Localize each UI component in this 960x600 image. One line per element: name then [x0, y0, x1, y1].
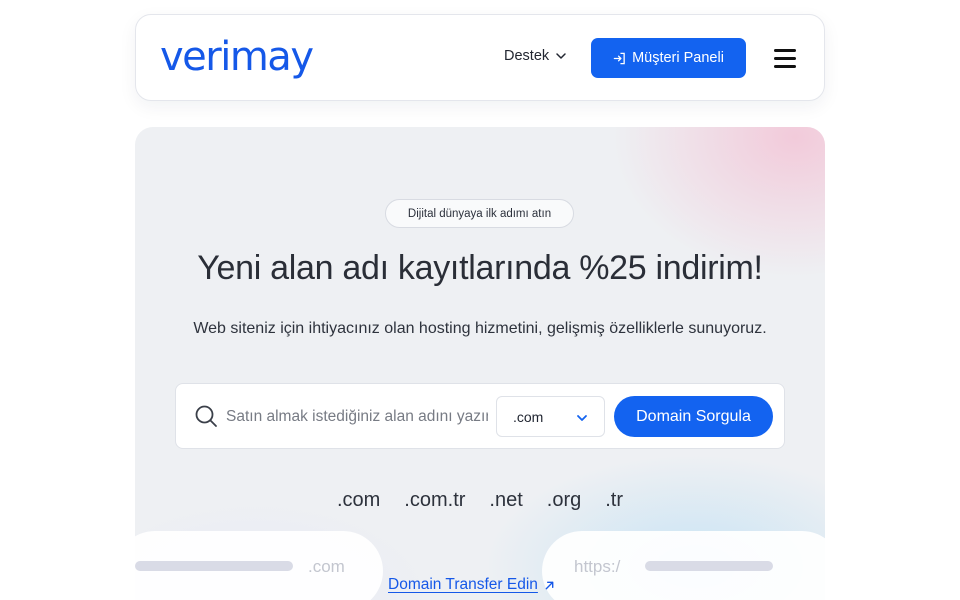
- domain-search-box: .com Domain Sorgula: [175, 383, 785, 449]
- hero-section: Dijital dünyaya ilk adımı atın Yeni alan…: [135, 127, 825, 600]
- logo[interactable]: verimay: [160, 35, 314, 79]
- decorative-label: .com: [308, 557, 345, 576]
- tld-item[interactable]: .net: [489, 489, 522, 512]
- decorative-label: https:/: [574, 557, 621, 576]
- tld-item[interactable]: .com: [337, 489, 380, 512]
- tld-select-value: .com: [513, 408, 544, 425]
- site-header: verimay Destek Müşteri Paneli: [135, 14, 825, 101]
- support-label: Destek: [504, 48, 550, 64]
- tld-list: .com .com.tr .net .org .tr: [135, 489, 825, 512]
- decorative-pill-right: https:/: [542, 531, 825, 600]
- chevron-down-icon: [577, 415, 587, 421]
- domain-query-button[interactable]: Domain Sorgula: [614, 396, 773, 437]
- tld-item[interactable]: .org: [547, 489, 581, 512]
- hero-headline: Yeni alan adı kayıtlarında %25 indirim!: [197, 249, 763, 287]
- search-icon: [195, 405, 217, 427]
- decorative-bar: [645, 561, 773, 571]
- hamburger-icon[interactable]: [774, 49, 796, 69]
- support-menu[interactable]: Destek: [504, 48, 567, 64]
- hero-subtext: Web siteniz için ihtiyacınız olan hostin…: [193, 320, 767, 337]
- domain-transfer-link[interactable]: Domain Transfer Edin: [388, 576, 555, 594]
- hero-badge: Dijital dünyaya ilk adımı atın: [385, 199, 574, 228]
- tld-select[interactable]: .com: [496, 396, 605, 437]
- arrow-up-right-icon: [545, 581, 554, 589]
- domain-transfer-label: Domain Transfer Edin: [388, 576, 538, 593]
- domain-search-input[interactable]: [226, 402, 488, 432]
- customer-panel-button[interactable]: Müşteri Paneli: [591, 38, 746, 78]
- decorative-bar: [135, 561, 293, 571]
- customer-panel-label: Müşteri Paneli: [632, 50, 724, 66]
- tld-item[interactable]: .com.tr: [404, 489, 465, 512]
- tld-item[interactable]: .tr: [605, 489, 623, 512]
- chevron-down-icon: [556, 53, 566, 59]
- login-icon: [613, 52, 625, 64]
- decorative-pill-left: .com: [135, 531, 383, 600]
